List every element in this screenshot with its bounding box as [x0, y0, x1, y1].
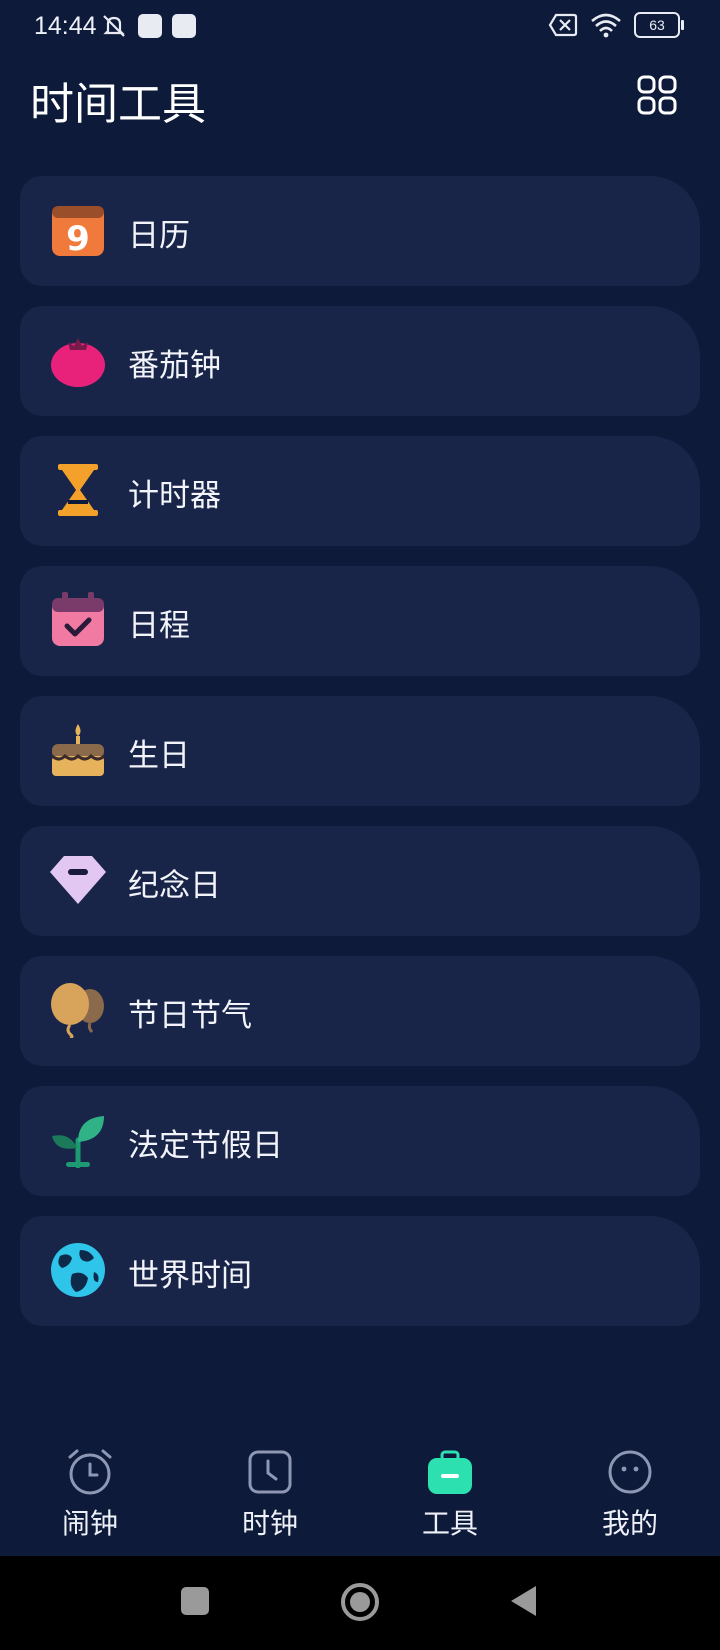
notification-square-icon — [138, 14, 162, 38]
tomato-icon — [51, 338, 105, 387]
system-navigation-bar — [0, 1556, 720, 1650]
nav-label: 工具 — [421, 1507, 478, 1540]
tool-item-schedule[interactable]: 日程 — [20, 566, 700, 676]
face-icon — [608, 1450, 652, 1494]
notification-square-icon — [172, 14, 196, 38]
tool-label: 世界时间 — [128, 1258, 252, 1294]
calendar-icon: 9 — [52, 206, 104, 258]
svg-text:9: 9 — [66, 219, 90, 258]
back-button[interactable] — [508, 1584, 538, 1618]
no-sim-icon — [548, 13, 578, 37]
diamond-icon — [50, 856, 106, 904]
recent-apps-button[interactable] — [180, 1586, 210, 1616]
tool-item-world-time[interactable]: 世界时间 — [20, 1216, 700, 1326]
status-bar: 14:44 63 — [0, 0, 720, 56]
tool-item-pomodoro[interactable]: 番茄钟 — [20, 306, 700, 416]
status-left-icons — [100, 12, 196, 40]
balloon-icon — [51, 983, 104, 1038]
tool-item-anniversary[interactable]: 纪念日 — [20, 826, 700, 936]
mute-bell-icon — [103, 15, 125, 37]
sprout-icon — [52, 1116, 104, 1168]
alarm-clock-icon — [68, 1449, 112, 1495]
grid-icon — [637, 75, 677, 115]
grid-view-button[interactable] — [636, 74, 678, 116]
battery-indicator: 63 — [634, 12, 684, 38]
home-button[interactable] — [340, 1582, 380, 1622]
tool-label: 日程 — [128, 608, 190, 644]
nav-label: 时钟 — [241, 1507, 298, 1540]
status-right-icons: 63 — [548, 12, 684, 38]
status-time: 14:44 — [34, 12, 97, 40]
tool-label: 法定节假日 — [128, 1128, 283, 1164]
tool-item-birthday[interactable]: 生日 — [20, 696, 700, 806]
tool-list: 9 日历 番茄钟 计时器 日程 生日 纪念日 节日节气 法定节假日 世界时间 — [20, 176, 700, 1346]
nav-item-tools[interactable]: 工具 — [360, 1430, 540, 1556]
tool-label: 生日 — [128, 738, 190, 774]
nav-item-mine[interactable]: 我的 — [540, 1430, 720, 1556]
tool-label: 计时器 — [128, 478, 221, 514]
wifi-icon — [591, 13, 621, 38]
page-title: 时间工具 — [30, 79, 206, 130]
tool-item-calendar[interactable]: 9 日历 — [20, 176, 700, 286]
tool-item-timer[interactable]: 计时器 — [20, 436, 700, 546]
schedule-icon — [52, 592, 104, 646]
bottom-nav: 闹钟 时钟 工具 我的 — [0, 1430, 720, 1556]
toolbox-icon — [428, 1450, 472, 1494]
tool-label: 节日节气 — [128, 998, 252, 1034]
tool-label: 日历 — [128, 218, 190, 254]
tool-item-festivals[interactable]: 节日节气 — [20, 956, 700, 1066]
nav-label: 我的 — [601, 1507, 658, 1540]
hourglass-icon — [58, 464, 98, 516]
nav-item-clock[interactable]: 时钟 — [180, 1430, 360, 1556]
tool-item-public-holidays[interactable]: 法定节假日 — [20, 1086, 700, 1196]
tool-label: 纪念日 — [128, 868, 221, 904]
globe-icon — [51, 1243, 105, 1297]
nav-item-alarm[interactable]: 闹钟 — [0, 1430, 180, 1556]
birthday-cake-icon — [51, 724, 106, 776]
tool-label: 番茄钟 — [128, 348, 221, 384]
header: 时间工具 — [0, 56, 720, 156]
clock-icon — [248, 1450, 292, 1494]
nav-label: 闹钟 — [61, 1507, 118, 1540]
